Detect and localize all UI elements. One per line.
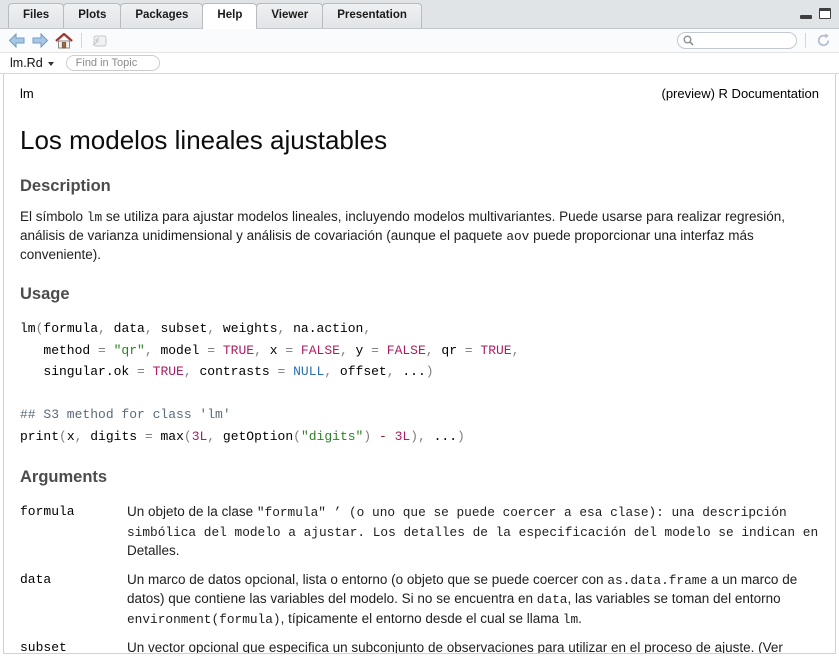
tab-packages[interactable]: Packages xyxy=(120,3,203,28)
doc-header: lm (preview) R Documentation xyxy=(20,86,825,101)
argument-description: Un marco de datos opcional, lista o ento… xyxy=(127,571,821,630)
usage-code: lm(formula, data, subset, weights, na.ac… xyxy=(20,318,825,447)
text-run: Un objeto de la clase xyxy=(127,504,257,519)
code-line: ## S3 method for class 'lm' xyxy=(20,404,825,426)
help-search-box[interactable] xyxy=(677,32,797,49)
code-line xyxy=(20,383,825,405)
toolbar-separator xyxy=(805,33,806,48)
home-button[interactable] xyxy=(55,32,73,50)
argument-term: subset xyxy=(20,639,127,654)
tab-presentation[interactable]: Presentation xyxy=(322,3,422,28)
code-line: singular.ok = TRUE, contrasts = NULL, of… xyxy=(20,361,825,383)
help-toolbar xyxy=(0,29,839,53)
inline-code: aov xyxy=(506,229,529,244)
code-line: lm(formula, data, subset, weights, na.ac… xyxy=(20,318,825,340)
page-title: Los modelos lineales ajustables xyxy=(20,125,825,156)
argument-term: formula xyxy=(20,503,127,561)
code-line: print(x, digits = max(3L, getOption("dig… xyxy=(20,426,825,448)
back-button[interactable] xyxy=(7,32,25,50)
arguments-table: formulaUn objeto de la clase "formula" ’… xyxy=(20,503,825,654)
text-run: El símbolo xyxy=(20,209,87,224)
section-heading-arguments: Arguments xyxy=(20,468,825,487)
search-input[interactable] xyxy=(697,35,787,47)
topic-label: lm.Rd xyxy=(10,56,43,70)
description-paragraph: El símbolo lm se utiliza para ajustar mo… xyxy=(20,208,825,264)
tab-plots[interactable]: Plots xyxy=(63,3,121,28)
refresh-button[interactable] xyxy=(814,32,832,50)
code-line: method = "qr", model = TRUE, x = FALSE, … xyxy=(20,340,825,362)
text-run: Un marco de datos opcional, lista o ento… xyxy=(127,572,607,587)
minimize-icon[interactable] xyxy=(800,15,812,19)
argument-description: Un objeto de la clase "formula" ’ (o uno… xyxy=(127,503,821,561)
section-heading-description: Description xyxy=(20,177,825,196)
home-icon xyxy=(55,33,73,49)
topic-dropdown[interactable]: lm.Rd xyxy=(10,56,54,70)
section-heading-usage: Usage xyxy=(20,285,825,304)
chevron-down-icon xyxy=(48,62,54,66)
help-content-pane[interactable]: lm (preview) R Documentation Los modelos… xyxy=(3,74,836,654)
argument-term: data xyxy=(20,571,127,630)
window-controls xyxy=(800,8,831,19)
search-icon xyxy=(683,35,694,46)
toolbar-separator xyxy=(81,33,82,48)
argument-description: Un vector opcional que especifica un sub… xyxy=(127,639,821,654)
tab-files[interactable]: Files xyxy=(8,3,64,28)
back-arrow-icon xyxy=(8,33,25,48)
help-topic-toolbar: lm.Rd xyxy=(0,53,839,74)
show-in-new-window-button[interactable] xyxy=(90,32,108,50)
tab-viewer[interactable]: Viewer xyxy=(256,3,323,28)
maximize-icon[interactable] xyxy=(819,8,831,19)
doc-topic: lm xyxy=(20,86,34,101)
inline-code: environment(formula) xyxy=(127,612,281,627)
inline-code: data xyxy=(537,592,568,607)
refresh-icon xyxy=(816,33,831,48)
text-run: Detalles. xyxy=(127,543,180,558)
show-in-new-window-icon xyxy=(91,34,107,48)
text-run: Un vector opcional que especifica un sub… xyxy=(127,640,811,654)
text-run: , las variables se toman del entorno xyxy=(567,591,780,606)
forward-arrow-icon xyxy=(32,33,49,48)
tab-help[interactable]: Help xyxy=(202,3,257,29)
inline-code: lm xyxy=(563,612,578,627)
pane-tab-bar: FilesPlotsPackagesHelpViewerPresentation xyxy=(0,0,839,29)
tab-bar-tabs: FilesPlotsPackagesHelpViewerPresentation xyxy=(8,3,421,28)
find-in-topic-input[interactable] xyxy=(66,55,160,71)
inline-code: lm xyxy=(87,210,102,225)
text-run: , típicamente el entorno desde el cual s… xyxy=(281,611,563,626)
doc-source: (preview) R Documentation xyxy=(661,86,819,101)
inline-code: as.data.frame xyxy=(607,573,707,588)
text-run: . xyxy=(578,611,582,626)
forward-button[interactable] xyxy=(31,32,49,50)
